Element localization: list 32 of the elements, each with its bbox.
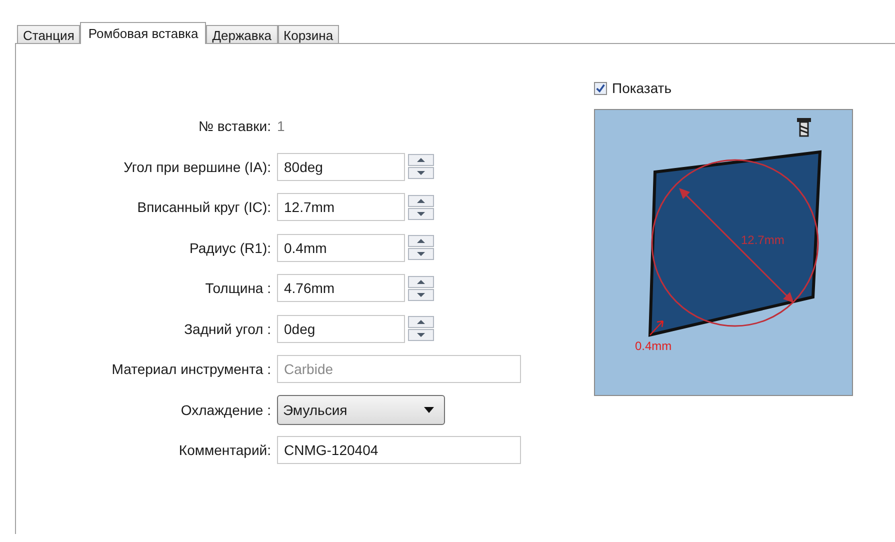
field-label: Материал инструмента : <box>110 361 272 378</box>
spin-buttons[interactable] <box>408 316 434 342</box>
checkbox[interactable] <box>594 82 607 94</box>
field-label: Толщина : <box>204 280 272 296</box>
input-field[interactable]: 0.4mm <box>277 234 405 262</box>
insert-number: 1 <box>277 118 285 134</box>
field-label: № вставки: <box>197 118 272 134</box>
spin-buttons[interactable] <box>408 194 434 220</box>
coolant-dropdown[interactable]: Эмульсия <box>277 394 445 425</box>
screw-icon <box>797 118 811 137</box>
input-field[interactable]: 4.76mm <box>277 274 405 302</box>
spin-buttons[interactable] <box>408 235 434 260</box>
input-field[interactable]: 12.7mm <box>277 193 405 222</box>
field-label: Комментарий: <box>178 442 272 458</box>
tab[interactable]: Державка <box>206 25 278 43</box>
show-checkbox[interactable]: Показать <box>594 79 853 97</box>
field-label: Охлаждение : <box>180 402 272 418</box>
spin-buttons[interactable] <box>408 276 434 301</box>
input-field[interactable]: 80deg <box>277 152 405 181</box>
diameter-label: 12.7mm <box>741 233 784 247</box>
corner-radius-label: 0.4mm <box>635 339 672 353</box>
field-label: Вписанный круг (IC): <box>136 199 272 216</box>
field-label: Угол при вершине (IA): <box>122 158 272 175</box>
tab[interactable]: Корзина <box>278 25 340 43</box>
input-field[interactable]: 0deg <box>277 314 405 343</box>
field-label: Задний угол : <box>183 320 272 337</box>
field-label: Радиус (R1): <box>188 240 272 256</box>
tab[interactable]: Ромбовая вставка <box>80 22 206 44</box>
caret-icon <box>424 406 434 413</box>
spin-buttons[interactable] <box>408 154 434 180</box>
input-field[interactable]: CNMG-120404 <box>277 436 521 464</box>
tab[interactable]: Станция <box>17 25 80 43</box>
